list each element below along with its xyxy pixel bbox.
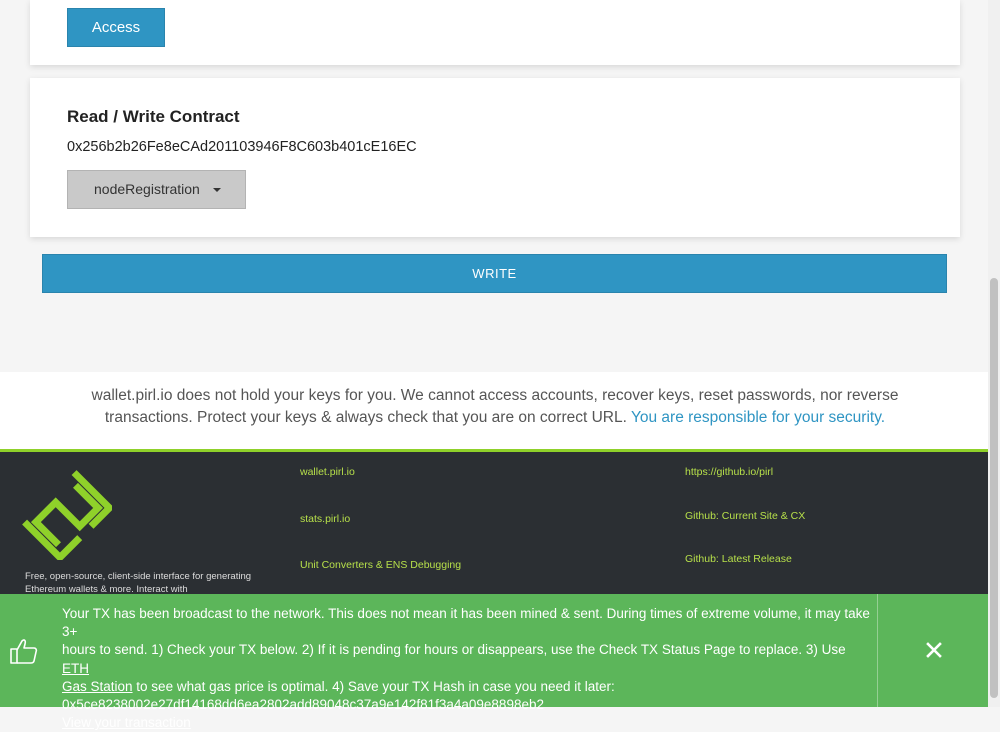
footer-link-github-release[interactable]: Github: Latest Release (685, 553, 792, 565)
toast-line-2-text: hours to send. 1) Check your TX below. 2… (62, 642, 846, 658)
footer-link-unit-converters[interactable]: Unit Converters & ENS Debugging (300, 559, 461, 571)
pirl-logo-icon (22, 470, 115, 565)
toast-line-2: hours to send. 1) Check your TX below. 2… (62, 641, 870, 677)
contract-address: 0x256b2b26Fe8eCAd201103946F8C603b401cE16… (67, 139, 417, 155)
footer-link-github[interactable]: https://github.io/pirl (685, 466, 773, 478)
page-scrollbar[interactable] (988, 0, 1000, 707)
access-card: Access (30, 0, 960, 65)
footer-tagline: Free, open-source, client-side interface… (25, 571, 252, 595)
gas-station-link[interactable]: Gas Station (62, 679, 133, 694)
contract-card: Read / Write Contract 0x256b2b26Fe8eCAd2… (30, 78, 960, 237)
chevron-down-icon (213, 188, 221, 192)
footer-link-github-current[interactable]: Github: Current Site & CX (685, 510, 805, 522)
eth-gas-station-link[interactable]: ETH (62, 661, 89, 676)
toast-line-3-text: to see what gas price is optimal. 4) Sav… (132, 678, 615, 694)
toast-line-1: Your TX has been broadcast to the networ… (62, 606, 870, 640)
tx-broadcast-notification: Your TX has been broadcast to the networ… (0, 594, 989, 730)
tx-hash: 0x5ce8238002e27df14168dd6ea2802add89048c… (62, 697, 544, 713)
footer-link-stats[interactable]: stats.pirl.io (300, 513, 350, 525)
disclaimer-text: wallet.pirl.io does not hold your keys f… (70, 385, 920, 429)
close-icon[interactable] (925, 641, 943, 659)
function-select[interactable]: nodeRegistration (67, 170, 246, 209)
toast-message: Your TX has been broadcast to the networ… (62, 605, 870, 732)
thumbs-up-icon (9, 636, 39, 671)
contract-title: Read / Write Contract (67, 107, 240, 126)
view-transaction-link[interactable]: View your transaction (62, 714, 870, 732)
function-select-label: nodeRegistration (94, 181, 200, 197)
scrollbar-thumb[interactable] (990, 278, 998, 698)
toast-line-3: Gas Station to see what gas price is opt… (62, 678, 870, 696)
toast-close-area (877, 594, 989, 707)
security-link[interactable]: You are responsible for your security. (631, 409, 885, 426)
security-disclaimer: wallet.pirl.io does not hold your keys f… (0, 372, 988, 452)
access-button[interactable]: Access (67, 8, 165, 47)
footer-link-wallet[interactable]: wallet.pirl.io (300, 466, 355, 478)
write-button[interactable]: WRITE (42, 254, 947, 293)
